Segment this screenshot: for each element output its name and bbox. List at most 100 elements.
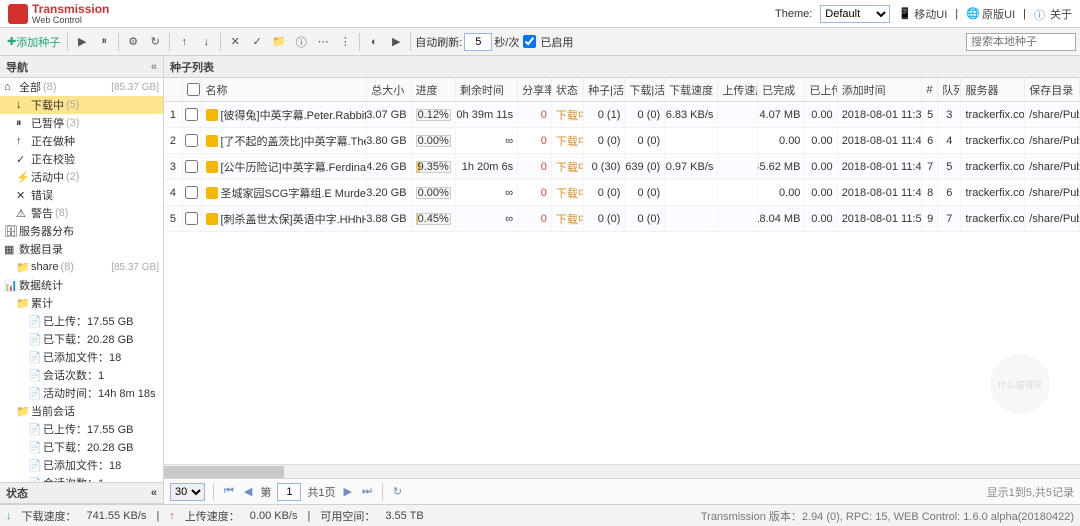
nav-item[interactable]: 📄已下载：20.28 GB: [0, 438, 163, 456]
select-all-checkbox[interactable]: [187, 83, 200, 96]
col-tracker[interactable]: 服务器: [961, 78, 1025, 101]
nav-item[interactable]: ✕错误: [0, 186, 163, 204]
horizontal-scrollbar[interactable]: [164, 464, 1080, 478]
doc-icon: 📄: [28, 459, 40, 471]
footer: ↓ 下载速度：741.55 KB/s | ↑ 上传速度：0.00 KB/s | …: [0, 504, 1080, 526]
nav-item[interactable]: 📄已上传：17.55 GB: [0, 420, 163, 438]
remove-button[interactable]: ✕: [225, 32, 245, 52]
nav-item[interactable]: 📄已下载：20.28 GB: [0, 330, 163, 348]
col-size[interactable]: 总大小: [367, 78, 411, 101]
refresh-interval-input[interactable]: [464, 33, 492, 51]
more1-button[interactable]: ⋯: [313, 32, 333, 52]
col-status[interactable]: 状态: [552, 78, 584, 101]
col-name[interactable]: 名称: [202, 78, 368, 101]
sidebar: 导航« ⌂全部(8)[85.37 GB]↓下载中(5)⏸已暂停(3)↑正在做种✓…: [0, 56, 164, 504]
nav-item[interactable]: 📁当前会话: [0, 402, 163, 420]
refresh-enabled-checkbox[interactable]: [523, 35, 536, 48]
first-page-button[interactable]: ⏮: [222, 485, 236, 498]
ul-speed: 0.00 KB/s: [250, 510, 298, 522]
nav-item[interactable]: ▦数据目录: [0, 240, 163, 258]
globe-icon: 🌐: [966, 7, 980, 21]
nav-item[interactable]: ↓下载中(5): [0, 96, 163, 114]
col-hash[interactable]: #: [922, 78, 938, 101]
nav-item[interactable]: ⏸已暂停(3): [0, 114, 163, 132]
last-page-button[interactable]: ⏭: [360, 485, 374, 498]
search-input[interactable]: [966, 33, 1076, 51]
col-queue[interactable]: 队列: [938, 78, 961, 101]
location-button[interactable]: 📁: [269, 32, 289, 52]
active-icon: ⚡: [16, 171, 28, 183]
next-page-button[interactable]: ▶: [342, 485, 354, 498]
info-button[interactable]: ⓘ: [291, 32, 311, 52]
more2-button[interactable]: ⋮: [335, 32, 355, 52]
stats-icon: 📊: [4, 279, 16, 291]
nav-item[interactable]: 📁累计: [0, 294, 163, 312]
add-torrent-button[interactable]: ✚ 添加种子: [4, 32, 63, 52]
nav-tree: ⌂全部(8)[85.37 GB]↓下载中(5)⏸已暂停(3)↑正在做种✓正在校验…: [0, 78, 163, 482]
nav-item[interactable]: 📁share(8)[85.37 GB]: [0, 258, 163, 276]
folder-icon: ▦: [4, 243, 16, 255]
col-progress[interactable]: 进度: [412, 78, 456, 101]
nav-item[interactable]: 📄已上传：17.55 GB: [0, 312, 163, 330]
page-size-select[interactable]: 30: [170, 483, 205, 501]
nav-item[interactable]: 📄会话次数：1: [0, 366, 163, 384]
collapse-icon[interactable]: «: [151, 61, 157, 73]
nav-item[interactable]: ↑正在做种: [0, 132, 163, 150]
nav-item[interactable]: ⚠警告(8): [0, 204, 163, 222]
start-button[interactable]: ▶: [72, 32, 92, 52]
nav-item[interactable]: 📊数据统计: [0, 276, 163, 294]
table-row[interactable]: 2[了不起的盖茨比]中英字幕.The.Great.Gatsby.2013.3.8…: [164, 128, 1080, 154]
col-seeds[interactable]: 种子|活跃: [584, 78, 625, 101]
classic-ui-button[interactable]: 🌐原版UI: [966, 6, 1015, 22]
theme-select[interactable]: Default: [820, 5, 890, 23]
mobile-ui-button[interactable]: 📱移动UI: [898, 6, 947, 22]
header: Transmission Web Control Theme: Default …: [0, 0, 1080, 28]
nav-item[interactable]: ⚡活动中(2): [0, 168, 163, 186]
row-checkbox[interactable]: [185, 108, 198, 121]
about-button[interactable]: ⓘ关于: [1034, 6, 1072, 22]
upload-icon: ↑: [169, 510, 175, 522]
nav-item[interactable]: ⌂全部(8)[85.37 GB]: [0, 78, 163, 96]
row-checkbox[interactable]: [185, 212, 198, 225]
nav-item[interactable]: ✓正在校验: [0, 150, 163, 168]
prev-page-button[interactable]: ◀: [242, 485, 254, 498]
verify-button[interactable]: ✓: [247, 32, 267, 52]
table-row[interactable]: 1[彼得兔]中英字幕.Peter.Rabbit.2018.720p.BluRay…: [164, 102, 1080, 128]
alt-speed-button[interactable]: ◐: [364, 32, 384, 52]
status-panel-header[interactable]: 状态«: [0, 482, 163, 504]
table-row[interactable]: 3[公牛历险记]中英字幕.Ferdinand.2017.1080p.BluR4.…: [164, 154, 1080, 180]
table-row[interactable]: 4圣城家园SCG字幕组.E Murder.On.The.Orient.Expr3…: [164, 180, 1080, 206]
pause-button[interactable]: ⏸: [94, 32, 114, 52]
table-row[interactable]: 5[刺杀盖世太保]英语中字.HHhH.2017.1080p.BD-MP3.88 …: [164, 206, 1080, 232]
move-down-button[interactable]: ↓: [196, 32, 216, 52]
col-dlspeed[interactable]: 下载速度: [665, 78, 718, 101]
move-up-button[interactable]: ↑: [174, 32, 194, 52]
col-date[interactable]: 添加时间: [838, 78, 923, 101]
row-checkbox[interactable]: [185, 134, 198, 147]
app-title: Transmission: [32, 3, 109, 15]
doc-icon: 📄: [28, 423, 40, 435]
toolbar: ✚ 添加种子 ▶ ⏸ ⚙ ↻ ↑ ↓ ✕ ✓ 📁 ⓘ ⋯ ⋮ ◐ ▶ 自动刷新:…: [0, 28, 1080, 56]
row-checkbox[interactable]: [185, 160, 198, 173]
page-input[interactable]: [277, 483, 301, 501]
nav-item[interactable]: 🗄服务器分布: [0, 222, 163, 240]
col-done[interactable]: 已完成: [758, 78, 805, 101]
col-ratio[interactable]: 分享率: [518, 78, 552, 101]
col-peers[interactable]: 下载|活跃: [625, 78, 665, 101]
start-all-button[interactable]: ▶: [386, 32, 406, 52]
refresh-page-button[interactable]: ↻: [391, 485, 404, 498]
row-checkbox[interactable]: [185, 186, 198, 199]
version-info: Transmission 版本：2.94 (0), RPC: 15, WEB C…: [701, 508, 1074, 524]
seed-icon: ↑: [16, 135, 28, 147]
nav-item[interactable]: 📄活动时间：14h 8m 18s: [0, 384, 163, 402]
nav-item[interactable]: 📄已添加文件：18: [0, 456, 163, 474]
reload-button[interactable]: ↻: [145, 32, 165, 52]
col-uploaded[interactable]: 已上传: [805, 78, 837, 101]
col-remain[interactable]: 剩余时间: [456, 78, 518, 101]
col-path[interactable]: 保存目录: [1025, 78, 1080, 101]
settings-button[interactable]: ⚙: [123, 32, 143, 52]
refresh-unit: 秒/次: [494, 34, 519, 50]
nav-item[interactable]: 📄会话次数：1: [0, 474, 163, 482]
nav-item[interactable]: 📄已添加文件：18: [0, 348, 163, 366]
col-ulspeed[interactable]: 上传速度: [718, 78, 758, 101]
